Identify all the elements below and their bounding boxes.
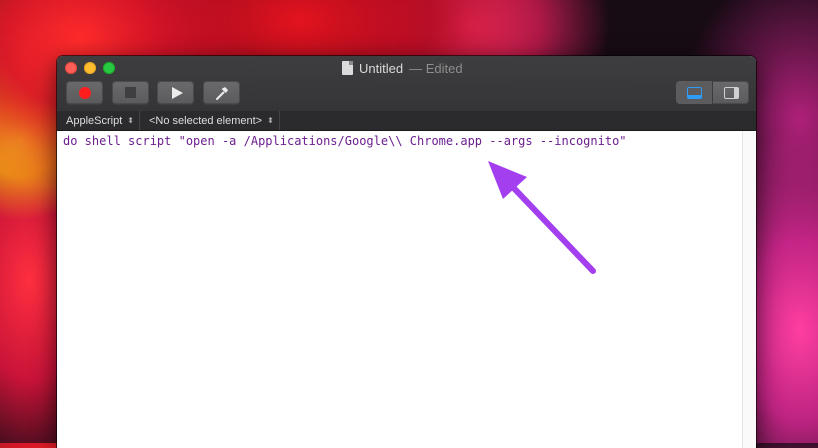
title-bar: Untitled — Edited xyxy=(57,56,756,112)
navigation-bar: AppleScript ⬍ <No selected element> ⬍ xyxy=(57,111,756,131)
element-label: <No selected element> xyxy=(148,114,263,127)
show-inspector-button[interactable] xyxy=(713,81,749,104)
play-icon xyxy=(171,86,183,99)
window-title: Untitled — Edited xyxy=(342,59,463,77)
window-title-text: Untitled xyxy=(359,60,404,76)
edited-status: — Edited xyxy=(409,60,463,76)
record-button[interactable] xyxy=(66,81,103,104)
run-button[interactable] xyxy=(157,81,194,104)
stop-icon xyxy=(125,87,136,98)
script-code[interactable]: do shell script "open -a /Applications/G… xyxy=(63,134,627,148)
view-toggle xyxy=(676,81,749,104)
stop-button[interactable] xyxy=(112,81,149,104)
language-selector[interactable]: AppleScript ⬍ xyxy=(57,111,140,130)
zoom-window-button[interactable] xyxy=(103,62,115,74)
bottom-panel-icon xyxy=(686,86,702,99)
close-window-button[interactable] xyxy=(65,62,77,74)
show-log-button[interactable] xyxy=(676,81,713,104)
record-icon xyxy=(78,86,91,99)
element-selector[interactable]: <No selected element> ⬍ xyxy=(140,111,280,130)
script-editor-window: Untitled — Edited AppleScript ⬍ <No sele… xyxy=(57,56,756,448)
compile-button[interactable] xyxy=(203,81,240,104)
script-editor[interactable]: do shell script "open -a /Applications/G… xyxy=(57,131,742,448)
editor-scrollbar[interactable] xyxy=(742,131,756,448)
document-icon xyxy=(342,61,353,75)
hammer-icon xyxy=(215,86,228,100)
language-label: AppleScript xyxy=(66,114,123,127)
side-panel-icon xyxy=(723,86,739,99)
updown-chevron-icon: ⬍ xyxy=(127,115,134,125)
minimize-window-button[interactable] xyxy=(84,62,96,74)
updown-chevron-icon: ⬍ xyxy=(267,115,274,125)
